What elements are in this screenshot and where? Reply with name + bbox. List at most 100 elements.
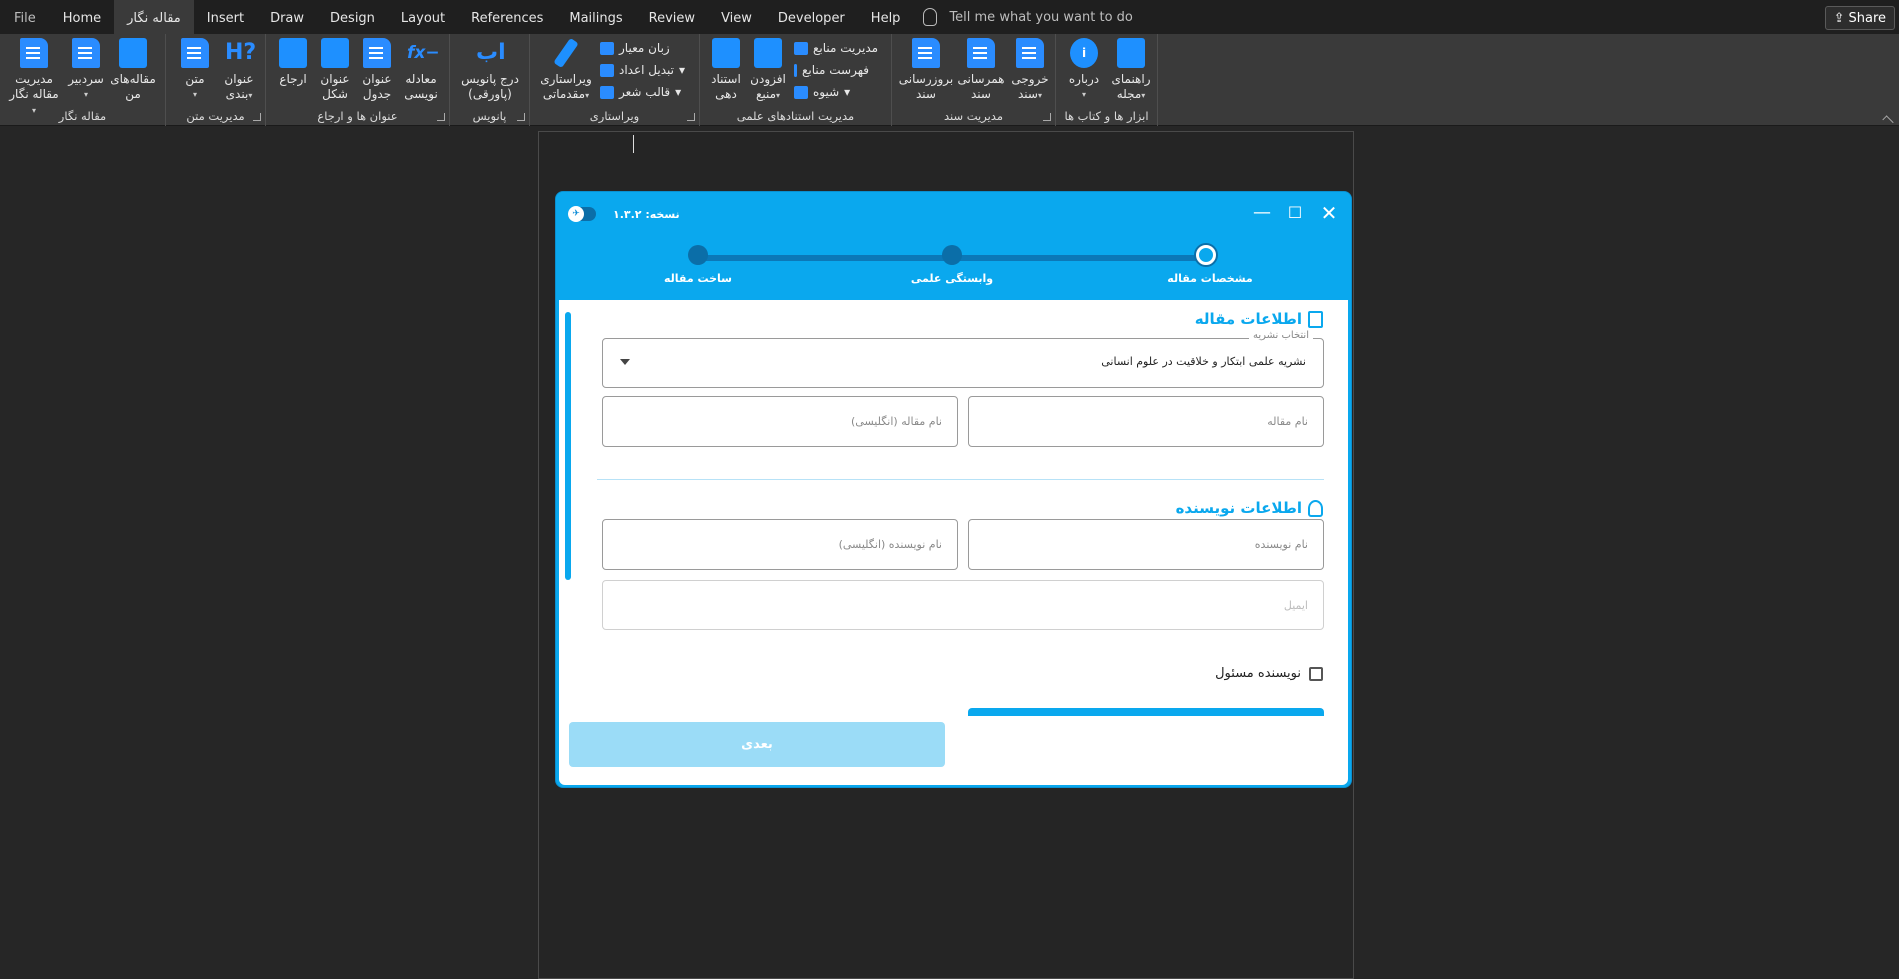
hierarchy-icon bbox=[712, 38, 740, 68]
tab-maghale-negar[interactable]: مقاله نگار bbox=[114, 0, 194, 34]
style-button[interactable]: شیوه ▾ bbox=[794, 85, 850, 99]
equation-button[interactable]: fx− معادله نویسی bbox=[400, 38, 442, 102]
step-dot-1[interactable] bbox=[1196, 245, 1216, 265]
manage-button[interactable]: مدیریت مقاله نگار ▾ bbox=[6, 38, 62, 118]
srclist-label: فهرست منابع bbox=[802, 63, 869, 77]
dialog-launcher-icon[interactable] bbox=[253, 113, 261, 121]
export-label: خروجی bbox=[1011, 72, 1049, 86]
tab-layout[interactable]: Layout bbox=[388, 0, 458, 34]
tab-design[interactable]: Design bbox=[317, 0, 388, 34]
cite-label2: دهی bbox=[715, 87, 737, 101]
article-title-input[interactable]: نام مقاله bbox=[968, 396, 1324, 447]
step-dot-3[interactable] bbox=[688, 245, 708, 265]
export-doc-icon bbox=[1016, 38, 1044, 68]
sync-doc-button[interactable]: همرسانی سند bbox=[956, 38, 1006, 102]
dialog-launcher-icon[interactable] bbox=[1043, 113, 1051, 121]
update-label2: سند bbox=[916, 87, 936, 101]
update-label: بروزرسانی bbox=[898, 72, 954, 86]
pin-toggle[interactable]: ✈ bbox=[568, 206, 596, 222]
figure-title-button[interactable]: عنوان شکل bbox=[316, 38, 354, 102]
pin-icon: ✈ bbox=[568, 206, 584, 222]
text-button[interactable]: متن ▾ bbox=[176, 38, 214, 102]
convert-numbers-button[interactable]: تبدیل اعداد ▾ bbox=[600, 63, 685, 77]
minimize-button[interactable]: — bbox=[1248, 200, 1276, 228]
pre-edit-button[interactable]: ویراستاری مقدماتی▾ bbox=[536, 37, 596, 103]
journal-guide-button[interactable]: راهنمای مجله▾ bbox=[1108, 38, 1154, 103]
tab-help[interactable]: Help bbox=[858, 0, 914, 34]
close-button[interactable]: ✕ bbox=[1315, 200, 1343, 228]
dialog-header: ✈ نسخه: ۱.۳.۲ — ☐ ✕ ساخت مقاله وابستگی ع… bbox=[556, 192, 1351, 300]
journal-select-label: انتخاب نشریه bbox=[1248, 330, 1313, 341]
tell-me-search[interactable]: Tell me what you want to do bbox=[923, 8, 1133, 26]
heading-label2: بندی bbox=[225, 87, 249, 101]
step-dot-2[interactable] bbox=[942, 245, 962, 265]
tab-references[interactable]: References bbox=[458, 0, 556, 34]
next-button[interactable]: بعدی bbox=[569, 722, 945, 767]
guide-icon bbox=[1117, 38, 1145, 68]
export-doc-button[interactable]: خروجی سند▾ bbox=[1008, 38, 1052, 103]
tab-review[interactable]: Review bbox=[636, 0, 708, 34]
section-divider bbox=[597, 479, 1324, 480]
group-doc-management: بروزرسانی سند همرسانی سند خروجی سند▾ مدی… bbox=[892, 34, 1056, 126]
share-icon: ⇪ bbox=[1833, 10, 1845, 26]
author-name-en-input[interactable]: نام نویسنده (انگلیسی) bbox=[602, 519, 958, 570]
article-title-en-input[interactable]: نام مقاله (انگلیسی) bbox=[602, 396, 958, 447]
group-maghale-negar: مدیریت مقاله نگار ▾ سردبیر ▾ مقاله‌های م… bbox=[0, 34, 166, 126]
guide-label: راهنمای bbox=[1111, 72, 1151, 86]
tab-insert[interactable]: Insert bbox=[194, 0, 257, 34]
poem-label: قالب شعر bbox=[619, 85, 671, 99]
footnote-label2: (پاورقی) bbox=[468, 87, 512, 101]
editor-button[interactable]: سردبیر ▾ bbox=[64, 38, 108, 102]
tab-view[interactable]: View bbox=[708, 0, 765, 34]
footnote-button[interactable]: اب درج پانویس (پاورقی) bbox=[456, 38, 524, 102]
email-field[interactable]: ایمیل bbox=[602, 580, 1324, 630]
lightbulb-icon bbox=[923, 8, 938, 26]
poem-format-button[interactable]: قالب شعر ▾ bbox=[600, 85, 681, 99]
equation-label2: نویسی bbox=[404, 87, 438, 101]
dialog-launcher-icon[interactable] bbox=[687, 113, 695, 121]
tab-draw[interactable]: Draw bbox=[257, 0, 317, 34]
dialog-launcher-icon[interactable] bbox=[517, 113, 525, 121]
update-doc-button[interactable]: بروزرسانی سند bbox=[898, 38, 954, 102]
corresponding-author-checkbox[interactable]: نویسنده مسئول bbox=[1215, 666, 1323, 681]
add-author-button-partial[interactable] bbox=[968, 708, 1324, 716]
group-footnote: اب درج پانویس (پاورقی) پانویس bbox=[450, 34, 530, 126]
standard-language-button[interactable]: زبان معیار bbox=[600, 41, 670, 55]
journal-select[interactable]: انتخاب نشریه نشریه علمی ابتکار و خلاقیت … bbox=[602, 330, 1324, 388]
group-label: مدیریت متن bbox=[186, 109, 245, 123]
article-title-placeholder: نام مقاله bbox=[1267, 415, 1308, 428]
maximize-button[interactable]: ☐ bbox=[1281, 200, 1309, 228]
source-manager-button[interactable]: مدیریت منابع bbox=[794, 41, 878, 55]
tab-home[interactable]: Home bbox=[50, 0, 114, 34]
group-label: مدیریت استنادهای علمی bbox=[736, 109, 855, 123]
checkbox-icon[interactable] bbox=[1309, 666, 1323, 681]
version-label: نسخه: ۱.۳.۲ bbox=[613, 208, 680, 221]
share-button[interactable]: ⇪ Share bbox=[1824, 6, 1895, 30]
tab-file[interactable]: File bbox=[0, 0, 50, 34]
tab-mailings[interactable]: Mailings bbox=[556, 0, 635, 34]
figure-label: عنوان bbox=[320, 72, 350, 86]
source-list-button[interactable]: فهرست منابع bbox=[794, 63, 869, 77]
author-name-input[interactable]: نام نویسنده bbox=[968, 519, 1324, 570]
editor-label: سردبیر bbox=[68, 72, 104, 86]
ref-button[interactable]: ارجاع bbox=[274, 38, 312, 87]
cite-button[interactable]: استناد دهی bbox=[706, 38, 746, 102]
sources-icon bbox=[794, 41, 808, 55]
num-label: تبدیل اعداد bbox=[619, 63, 674, 77]
ribbon: مدیریت مقاله نگار ▾ سردبیر ▾ مقاله‌های م… bbox=[0, 34, 1899, 126]
add-source-button[interactable]: افزودن منبع▾ bbox=[748, 38, 788, 103]
dialog-launcher-icon[interactable] bbox=[437, 113, 445, 121]
scrollbar[interactable] bbox=[565, 312, 571, 580]
add-source-label: افزودن bbox=[750, 72, 786, 86]
about-button[interactable]: i درباره ▾ bbox=[1062, 38, 1106, 102]
author-name-en-placeholder: نام نویسنده (انگلیسی) bbox=[838, 538, 942, 551]
sync-label: همرسانی bbox=[957, 72, 1005, 86]
my-articles-button[interactable]: مقاله‌های من bbox=[108, 38, 158, 102]
heading-button[interactable]: H? عنوان بندی▾ bbox=[216, 38, 262, 103]
tab-developer[interactable]: Developer bbox=[765, 0, 858, 34]
author-section-label: اطلاعات نویسنده bbox=[1175, 499, 1302, 517]
pen-icon bbox=[600, 41, 614, 55]
group-editing: ویراستاری مقدماتی▾ زبان معیار تبدیل اعدا… bbox=[530, 34, 700, 126]
corresponding-author-label: نویسنده مسئول bbox=[1215, 666, 1301, 681]
table-title-button[interactable]: عنوان جدول bbox=[358, 38, 396, 102]
